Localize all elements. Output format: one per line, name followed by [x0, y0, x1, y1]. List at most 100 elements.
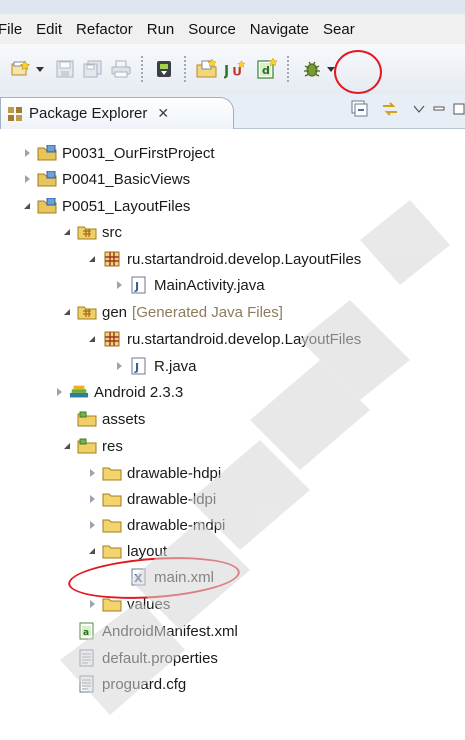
tree-item-proguard-cfg[interactable]: proguard.cfg [60, 671, 186, 697]
tree-item-label: layout [127, 542, 168, 560]
save-all-icon [83, 60, 102, 78]
expand-icon[interactable] [20, 175, 34, 183]
tree-item-values[interactable]: values [85, 591, 170, 617]
tree-item-label: src [102, 223, 122, 241]
project-icon [37, 170, 57, 188]
tree-item-project-p0031[interactable]: P0031_OurFirstProject [20, 140, 215, 166]
expand-icon[interactable] [20, 149, 34, 157]
collapse-icon[interactable] [60, 309, 74, 315]
package-explorer-tab[interactable]: Package Explorer ✕ [0, 97, 234, 129]
collapse-icon[interactable] [60, 443, 74, 449]
toolbar-separator [184, 56, 186, 82]
tree-item-label: res [102, 437, 123, 455]
folder-icon [102, 542, 122, 560]
expand-icon[interactable] [85, 600, 99, 608]
menu-run-label: Run [146, 20, 175, 38]
tree-item-decoration: [Generated Java Files] [132, 303, 283, 321]
link-with-editor-icon[interactable] [381, 100, 399, 118]
collapse-icon[interactable] [85, 336, 99, 342]
tree-item-layout[interactable]: layout [85, 538, 167, 564]
menu-navigate[interactable]: Navigate [243, 21, 316, 38]
expand-icon[interactable] [85, 521, 99, 529]
expand-icon[interactable] [112, 362, 126, 370]
menu-refactor[interactable]: Refactor [69, 21, 140, 38]
tree-item-drawable-ldpi[interactable]: drawable-ldpi [85, 486, 216, 512]
menu-file[interactable]: File [0, 21, 29, 38]
java-file-icon: J [129, 357, 149, 375]
android-sdk-icon [157, 61, 171, 77]
tree-item-android-manifest[interactable]: a AndroidManifest.xml [60, 618, 238, 644]
collapse-icon[interactable] [60, 229, 74, 235]
print-button[interactable] [110, 58, 132, 80]
new-button[interactable] [10, 58, 32, 80]
expand-icon[interactable] [112, 281, 126, 289]
tree-item-project-p0051[interactable]: P0051_LayoutFiles [20, 193, 190, 219]
save-all-button[interactable] [82, 58, 104, 80]
tree-item-android-library[interactable]: Android 2.3.3 [52, 379, 183, 405]
new-android-xml-file-button[interactable]: d [256, 58, 278, 80]
tree-item-label: values [127, 595, 171, 613]
svg-text:d: d [262, 64, 270, 77]
menu-edit[interactable]: Edit [29, 21, 69, 38]
tree-item-gen[interactable]: gen [Generated Java Files] [60, 299, 283, 325]
tree-item-main-xml[interactable]: X main.xml [126, 564, 214, 590]
collapse-all-icon[interactable] [351, 100, 369, 118]
debug-dropdown-arrow[interactable] [327, 66, 335, 72]
new-android-xml-icon: d [257, 58, 278, 79]
svg-text:X: X [134, 572, 143, 585]
text-file-icon [77, 649, 97, 667]
tree-item-src[interactable]: src [60, 219, 122, 245]
package-explorer-icon [8, 106, 22, 121]
minimize-icon[interactable] [433, 104, 445, 114]
new-project-button[interactable] [196, 58, 218, 80]
tree-item-label: ru.startandroid.develop.LayoutFiles [127, 250, 362, 268]
tree-item-label: drawable-ldpi [127, 490, 217, 508]
debug-button[interactable] [301, 58, 323, 80]
folder-icon [102, 464, 122, 482]
tree-item-label: main.xml [154, 568, 215, 586]
menu-edit-label: Edit [36, 20, 63, 38]
tree-item-package-gen[interactable]: ru.startandroid.develop.LayoutFiles [85, 326, 361, 352]
expand-icon[interactable] [85, 469, 99, 477]
library-icon [69, 383, 89, 401]
collapse-icon[interactable] [85, 256, 99, 262]
tree-item-label: P0041_BasicViews [62, 170, 191, 188]
expand-icon[interactable] [52, 388, 66, 396]
tree-item-assets[interactable]: assets [60, 406, 145, 432]
menu-source[interactable]: Source [181, 21, 243, 38]
tree-item-main-activity[interactable]: J MainActivity.java [112, 272, 265, 298]
menu-navigate-label: Navigate [249, 20, 309, 38]
tree-item-package-src[interactable]: ru.startandroid.develop.LayoutFiles [85, 246, 361, 272]
view-menu-icon[interactable] [413, 104, 425, 114]
tree-item-drawable-mdpi[interactable]: drawable-mdpi [85, 512, 225, 538]
expand-icon[interactable] [85, 495, 99, 503]
svg-text:a: a [83, 628, 89, 638]
manifest-icon: a [77, 622, 97, 640]
gen-folder-icon [77, 303, 97, 321]
maximize-icon[interactable] [453, 103, 465, 115]
tree-item-drawable-hdpi[interactable]: drawable-hdpi [85, 460, 221, 486]
close-icon[interactable]: ✕ [157, 105, 169, 122]
tree-item-label: AndroidManifest.xml [102, 622, 238, 640]
main-toolbar: J U d [0, 44, 465, 94]
folder-icon [77, 437, 97, 455]
android-sdk-manager-button[interactable] [153, 58, 175, 80]
tree-item-project-p0041[interactable]: P0041_BasicViews [20, 166, 190, 192]
tree-item-r-java[interactable]: J R.java [112, 353, 197, 379]
menu-search[interactable]: Sear [316, 21, 362, 38]
print-icon [111, 60, 131, 78]
tree-item-label: default.properties [102, 649, 218, 667]
new-junit-button[interactable]: J U [224, 58, 246, 80]
menu-run[interactable]: Run [140, 21, 182, 38]
collapse-icon[interactable] [85, 548, 99, 554]
new-dropdown-arrow[interactable] [36, 66, 44, 72]
tree-item-label: proguard.cfg [102, 675, 187, 693]
folder-icon [102, 595, 122, 613]
collapse-icon[interactable] [20, 203, 34, 209]
tree-item-default-properties[interactable]: default.properties [60, 645, 218, 671]
save-button[interactable] [54, 58, 76, 80]
view-toolbar [351, 100, 465, 118]
xml-file-icon: X [129, 568, 149, 586]
tree-item-res[interactable]: res [60, 433, 123, 459]
tree-item-label: Android 2.3.3 [94, 383, 184, 401]
